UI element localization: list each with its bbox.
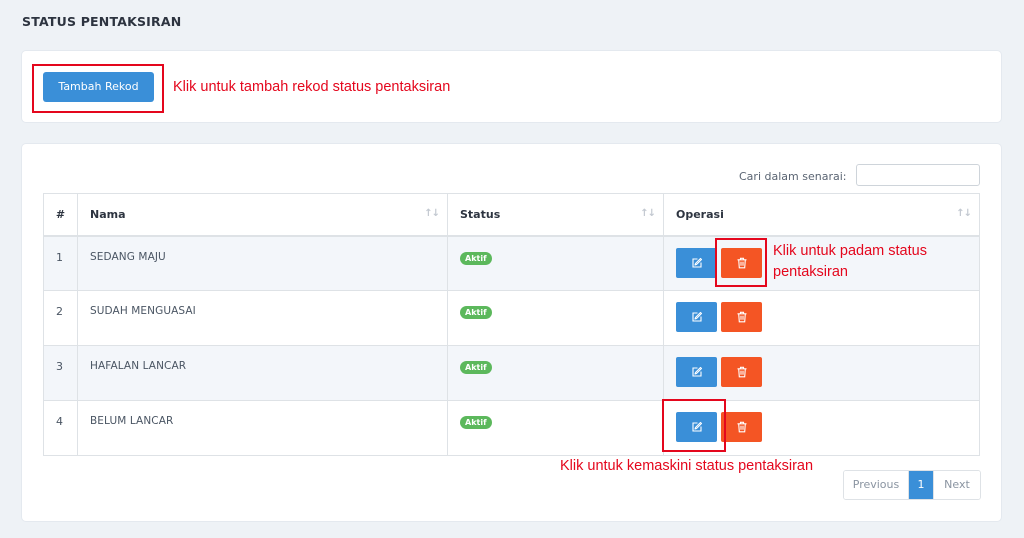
page-title: STATUS PENTAKSIRAN — [22, 14, 182, 29]
pagination-previous[interactable]: Previous — [844, 471, 909, 499]
delete-annotation-line2: pentaksiran — [773, 264, 848, 280]
edit-button[interactable] — [676, 357, 717, 387]
column-header-number[interactable]: # — [43, 193, 78, 237]
edit-button[interactable] — [676, 302, 717, 332]
status-table: # Nama ↑↓ Status ↑↓ Operasi ↑↓ 1 SEDANG … — [43, 193, 980, 456]
edit-icon — [691, 257, 702, 268]
delete-button[interactable] — [721, 412, 762, 442]
row-name: HAFALAN LANCAR — [77, 345, 448, 401]
delete-button[interactable] — [721, 357, 762, 387]
edit-icon — [691, 366, 702, 377]
table-row: 3 HAFALAN LANCAR Aktif — [43, 345, 980, 401]
row-number: 4 — [43, 400, 78, 456]
add-highlight-box — [32, 64, 164, 113]
search-input[interactable] — [856, 164, 980, 186]
delete-highlight-box — [715, 238, 767, 287]
list-card: Cari dalam senarai: # Nama ↑↓ Status ↑↓ … — [22, 144, 1001, 521]
column-header-operations[interactable]: Operasi ↑↓ — [663, 193, 980, 237]
pagination-next[interactable]: Next — [933, 471, 980, 499]
row-name: SUDAH MENGUASAI — [77, 290, 448, 346]
row-name: SEDANG MAJU — [77, 235, 448, 291]
row-number: 2 — [43, 290, 78, 346]
add-annotation: Klik untuk tambah rekod status pentaksir… — [173, 79, 451, 95]
trash-icon — [737, 366, 746, 378]
search-label: Cari dalam senarai: — [739, 170, 847, 183]
row-number: 1 — [43, 235, 78, 291]
sort-arrows-icon: ↑↓ — [640, 208, 656, 219]
column-header-name[interactable]: Nama ↑↓ — [77, 193, 448, 237]
table-header-row: # Nama ↑↓ Status ↑↓ Operasi ↑↓ — [43, 193, 980, 237]
delete-annotation-line1: Klik untuk padam status — [773, 243, 927, 259]
toolbar-card: Tambah Rekod — [22, 51, 1001, 122]
delete-button[interactable] — [721, 302, 762, 332]
edit-highlight-box — [662, 399, 726, 452]
edit-icon — [691, 311, 702, 322]
column-header-name-label: Nama — [90, 207, 126, 221]
sort-arrows-icon: ↑↓ — [424, 208, 440, 219]
column-header-operations-label: Operasi — [676, 207, 724, 221]
status-badge: Aktif — [460, 306, 492, 319]
sort-arrows-icon: ↑↓ — [956, 208, 972, 219]
status-badge: Aktif — [460, 416, 492, 429]
trash-icon — [737, 311, 746, 323]
row-number: 3 — [43, 345, 78, 401]
trash-icon — [737, 421, 746, 433]
table-row: 2 SUDAH MENGUASAI Aktif — [43, 290, 980, 346]
table-row: 4 BELUM LANCAR Aktif — [43, 400, 980, 456]
pagination-page-current[interactable]: 1 — [909, 471, 933, 499]
row-name: BELUM LANCAR — [77, 400, 448, 456]
status-badge: Aktif — [460, 361, 492, 374]
edit-button[interactable] — [676, 247, 717, 278]
column-header-status-label: Status — [460, 207, 501, 221]
status-badge: Aktif — [460, 251, 492, 265]
column-header-status[interactable]: Status ↑↓ — [447, 193, 664, 237]
edit-annotation: Klik untuk kemaskini status pentaksiran — [560, 458, 814, 474]
pagination: Previous 1 Next — [843, 470, 981, 500]
